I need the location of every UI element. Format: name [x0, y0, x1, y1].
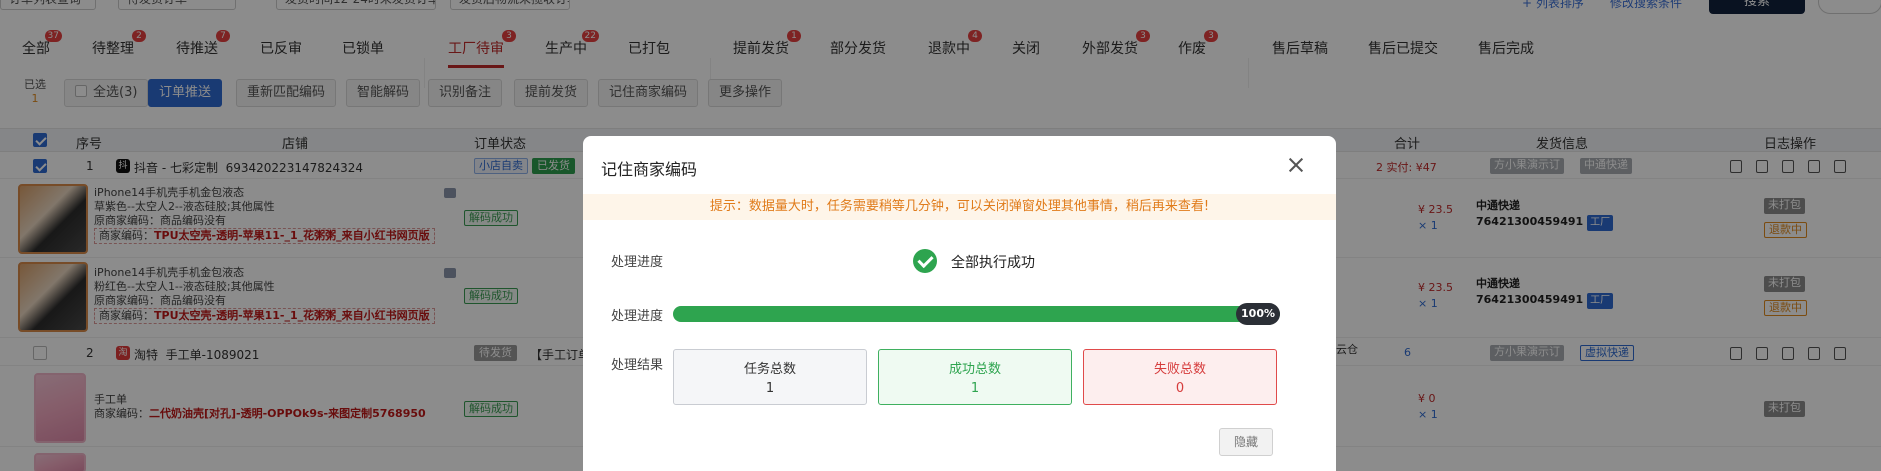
success-count-card: 成功总数 1	[878, 349, 1072, 405]
stat-key: 任务总数	[743, 362, 796, 377]
notice-banner: 提示：数据量大时，任务需要稍等几分钟，可以关闭弹窗处理其他事情，稍后再来查看!	[583, 194, 1336, 220]
stat-value: 1	[970, 381, 980, 396]
progress-percent: 100%	[1236, 303, 1280, 325]
progress-label: 处理进度	[611, 255, 664, 270]
check-circle-icon	[913, 249, 937, 273]
progress-label: 处理进度	[611, 309, 664, 324]
progress-bar: 100%	[673, 303, 1280, 325]
stat-value: 0	[1175, 381, 1185, 396]
stat-value: 1	[765, 381, 775, 396]
execution-status-text: 全部执行成功	[951, 255, 1035, 271]
remember-code-dialog: 记住商家编码 提示：数据量大时，任务需要稍等几分钟，可以关闭弹窗处理其他事情，稍…	[583, 136, 1336, 471]
result-label: 处理结果	[611, 358, 664, 373]
close-icon[interactable]	[1281, 150, 1311, 180]
stat-key: 失败总数	[1153, 362, 1206, 377]
fail-count-card: 失败总数 0	[1083, 349, 1277, 405]
stat-key: 成功总数	[948, 362, 1001, 377]
progress-bar-fill	[673, 306, 1280, 322]
hide-button[interactable]: 隐藏	[1219, 428, 1273, 456]
total-tasks-card: 任务总数 1	[673, 349, 867, 405]
dialog-title: 记住商家编码	[601, 160, 698, 179]
